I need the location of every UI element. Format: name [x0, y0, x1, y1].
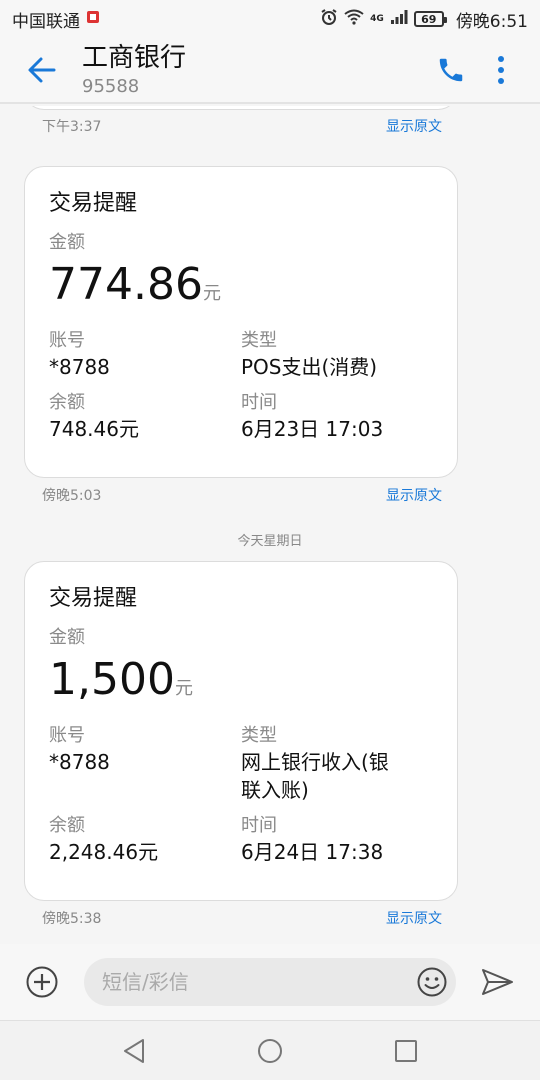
message-meta: 傍晚5:03 显示原文 [42, 485, 442, 505]
type-label: 类型 [241, 725, 277, 746]
account-value: *8788 [49, 750, 110, 774]
nav-home-button[interactable] [250, 1031, 290, 1071]
message-bubble-partial [24, 106, 458, 110]
message-time: 傍晚5:03 [42, 488, 102, 504]
battery-level: 69 [421, 12, 437, 26]
account-value: *8788 [49, 355, 110, 379]
time-label: 时间 [241, 392, 277, 413]
send-icon [482, 969, 513, 995]
more-button[interactable] [476, 45, 526, 95]
circle-home-icon [258, 1038, 282, 1063]
triangle-back-icon [124, 1038, 144, 1063]
balance-value: 748.46元 [49, 417, 139, 441]
show-original-link[interactable]: 显示原文 [386, 908, 442, 928]
attach-button[interactable] [24, 964, 60, 1000]
message-meta: 傍晚5:38 显示原文 [42, 908, 442, 928]
phone-icon [439, 58, 463, 82]
type-label: 类型 [241, 330, 277, 351]
time-label: 时间 [241, 815, 277, 836]
carrier-name: 中国联通 [12, 11, 80, 32]
account-label: 账号 [49, 725, 85, 746]
plus-circle-icon [26, 966, 58, 998]
nav-recents-button[interactable] [386, 1031, 426, 1071]
card-title: 交易提醒 [49, 586, 138, 611]
transaction-time: 6月23日 17:03 [241, 417, 384, 441]
battery-icon: 69 [413, 11, 447, 27]
navigation-bar [0, 1020, 540, 1080]
wifi-icon [344, 9, 364, 30]
transaction-time: 6月24日 17:38 [241, 840, 384, 864]
amount-unit: 元 [174, 678, 193, 699]
status-time: 傍晚6:51 [455, 11, 528, 32]
contact-info: 工商银行 95588 [82, 41, 186, 99]
message-time: 傍晚5:38 [42, 911, 102, 927]
show-original-link[interactable]: 显示原文 [386, 485, 442, 505]
amount-value: 774.86 [49, 259, 203, 310]
amount-label: 金额 [49, 232, 85, 253]
network-type: 4G [370, 14, 384, 24]
contact-name: 工商银行 [82, 43, 187, 73]
smiley-icon [417, 967, 447, 997]
date-separator: 今天星期日 [237, 534, 303, 549]
signal-icon [390, 9, 408, 30]
more-vert-icon [498, 56, 504, 84]
message-meta: 下午3:37 显示原文 [42, 116, 442, 136]
message-input[interactable] [84, 970, 404, 994]
message-input-container [84, 958, 456, 1006]
balance-label: 余额 [49, 815, 85, 836]
arrow-left-icon [28, 57, 56, 83]
contact-number: 95588 [82, 76, 140, 97]
type-value-line2: 联入账) [241, 778, 309, 802]
nav-back-button[interactable] [114, 1031, 154, 1071]
balance-label: 余额 [49, 392, 85, 413]
type-value-line1: 网上银行收入(银 [241, 750, 389, 774]
type-value: POS支出(消费) [241, 355, 378, 379]
amount-value: 1,500 [49, 654, 175, 705]
balance-value: 2,248.46元 [49, 840, 159, 864]
message-bubble[interactable]: 交易提醒 金额 774.86元 账号 *8788 类型 POS支出(消费) 余额… [24, 166, 458, 478]
square-recents-icon [395, 1039, 417, 1062]
message-bubble[interactable]: 交易提醒 金额 1,500元 账号 *8788 类型 网上银行收入(银 联入账)… [24, 561, 458, 901]
send-button[interactable] [480, 964, 516, 1000]
back-button[interactable] [12, 40, 72, 100]
account-label: 账号 [49, 330, 85, 351]
amount-unit: 元 [202, 283, 221, 304]
conversation-header: 工商银行 95588 [0, 38, 540, 104]
card-title: 交易提醒 [49, 191, 138, 216]
emoji-button[interactable] [416, 966, 448, 998]
message-list[interactable]: 下午3:37 显示原文 交易提醒 金额 774.86元 账号 *8788 类型 … [0, 106, 540, 944]
message-time: 下午3:37 [42, 119, 102, 135]
call-button[interactable] [426, 45, 476, 95]
show-original-link[interactable]: 显示原文 [386, 116, 442, 136]
notification-icon [86, 9, 100, 29]
compose-bar [0, 944, 540, 1020]
status-bar: 中国联通 4G 69 傍晚6:51 [0, 0, 540, 38]
amount-label: 金额 [49, 627, 85, 648]
alarm-icon [320, 8, 338, 31]
